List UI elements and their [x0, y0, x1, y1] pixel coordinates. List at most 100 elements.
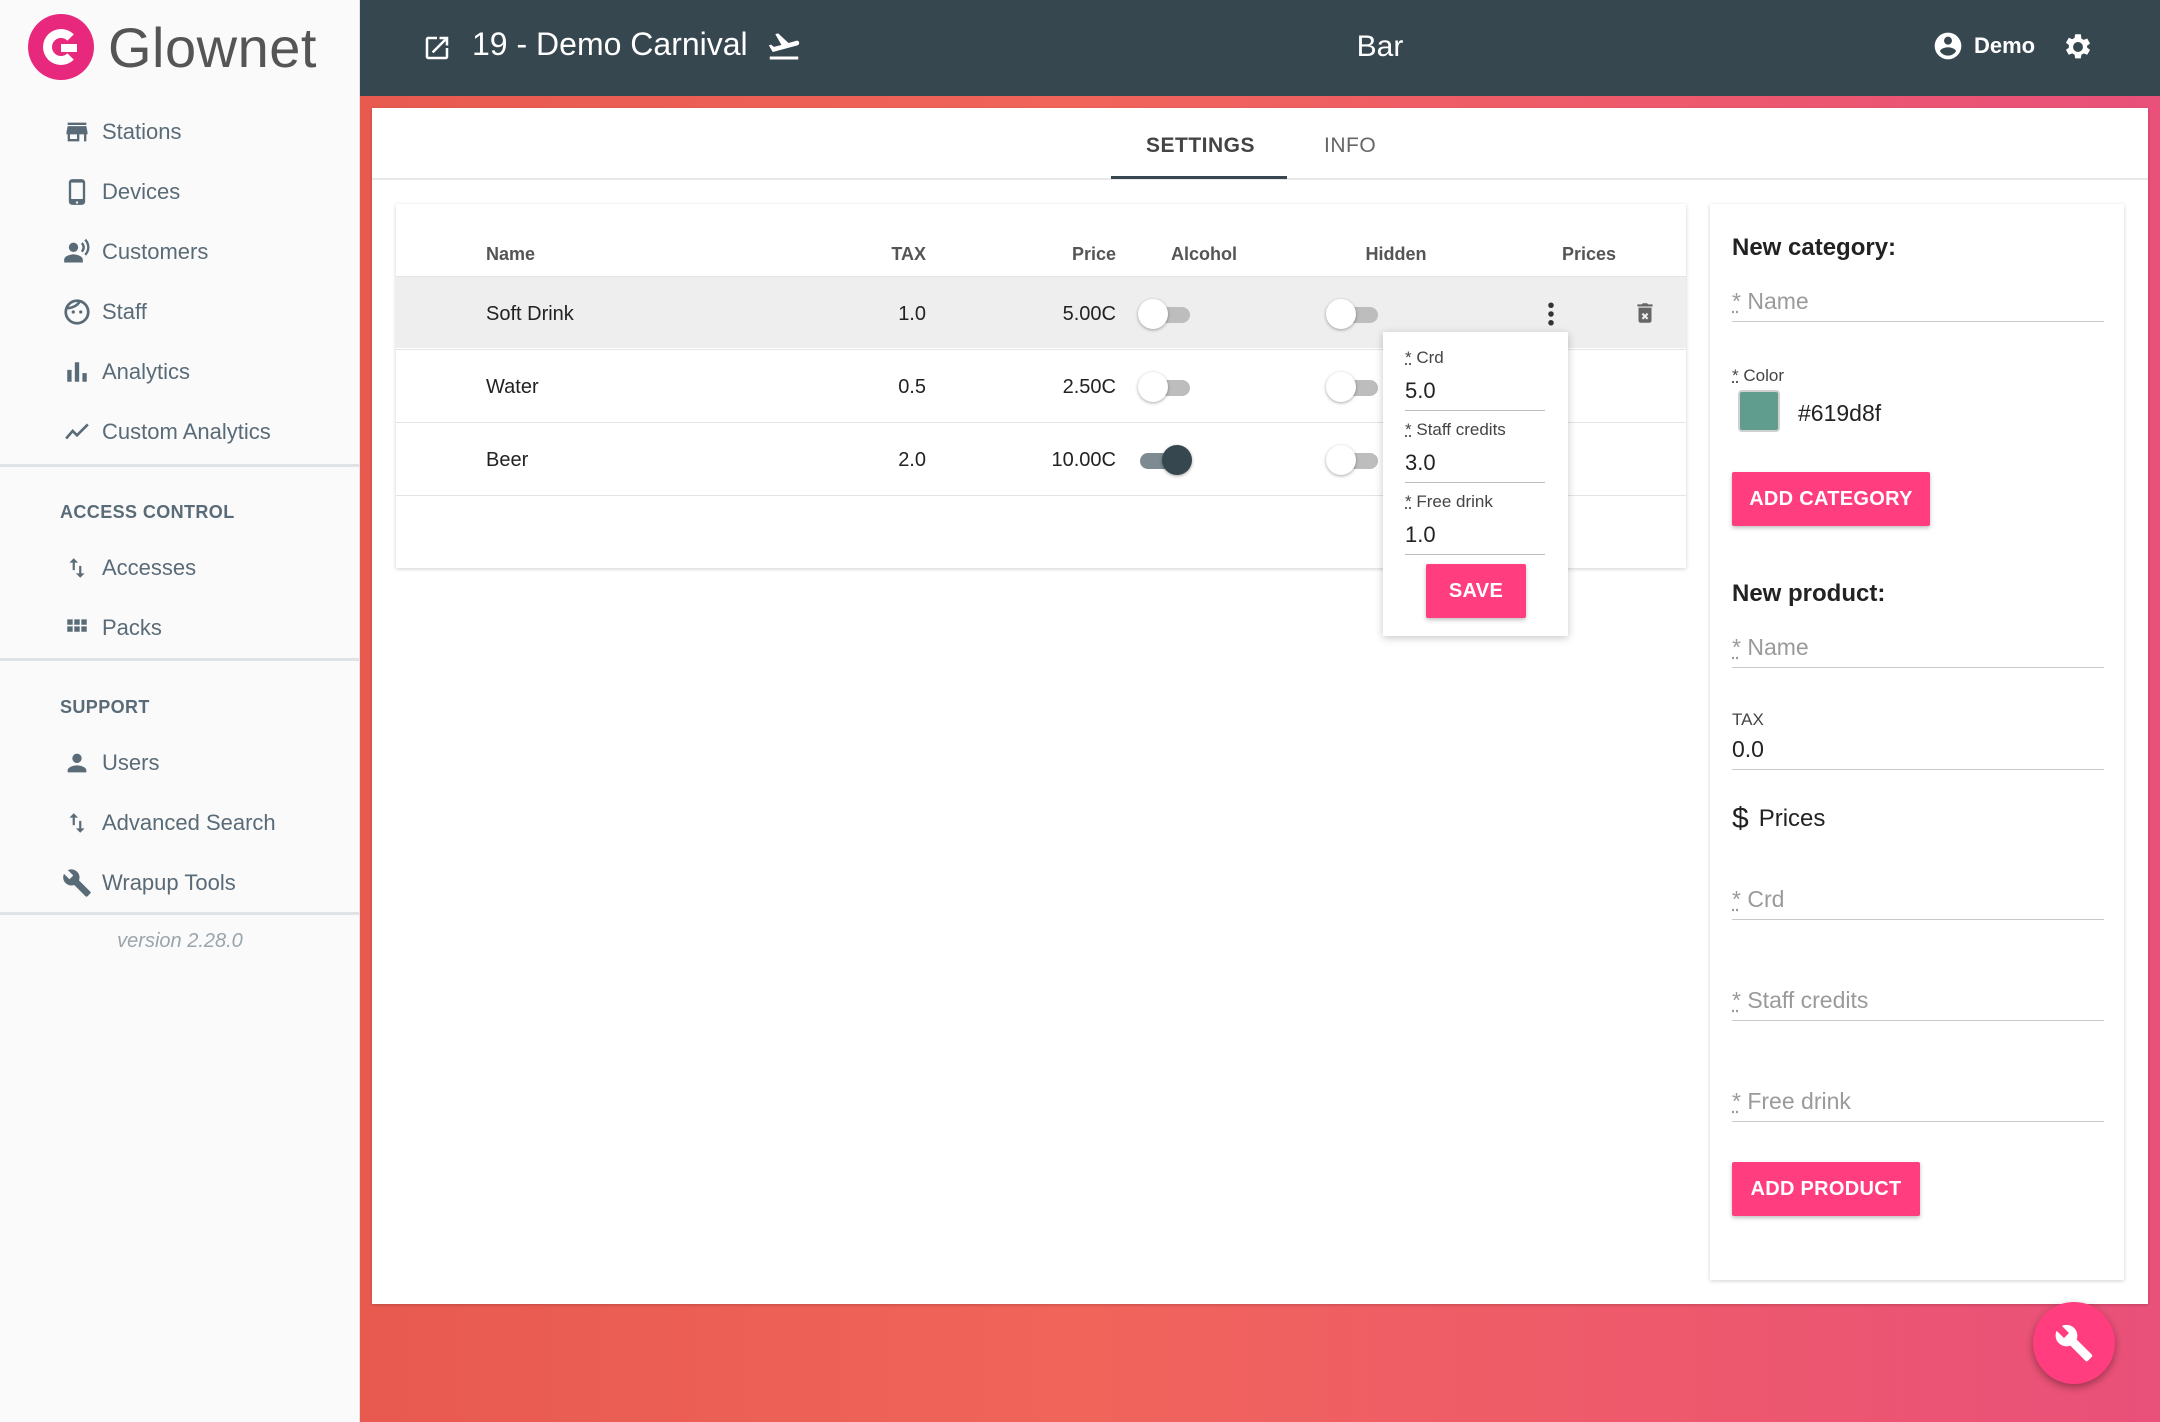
- product-price: 10.00C: [996, 449, 1116, 472]
- prices-heading: $ Prices: [1732, 802, 1825, 836]
- free-drink-input[interactable]: * Free drink: [1732, 1078, 2104, 1122]
- product-name: Water: [486, 376, 539, 399]
- sidebar-item-users[interactable]: Users: [60, 743, 159, 783]
- sidebar-item-label: Customers: [102, 239, 208, 265]
- new-product-title: New product:: [1732, 580, 1885, 608]
- color-label: * Color: [1732, 366, 1784, 386]
- more-vert-icon[interactable]: [1536, 297, 1566, 336]
- product-name: Beer: [486, 449, 528, 472]
- swap-vert-icon: [60, 806, 94, 840]
- alcohol-toggle[interactable]: [1138, 372, 1192, 402]
- sidebar: Glownet Stations Devices Customers Staff…: [0, 0, 360, 1422]
- sidebar-item-label: Devices: [102, 179, 180, 205]
- sidebar-item-label: Advanced Search: [102, 810, 276, 836]
- alcohol-toggle[interactable]: [1138, 445, 1192, 475]
- column-header-name[interactable]: Name: [486, 244, 535, 265]
- placeholder: * Staff credits: [1732, 987, 1868, 1014]
- column-header-hidden[interactable]: Hidden: [1316, 244, 1476, 265]
- top-bar: 19 - Demo Carnival Bar Demo: [360, 0, 2160, 96]
- logo-text: Glownet: [108, 15, 317, 80]
- product-price: 5.00C: [996, 303, 1116, 326]
- dollar-icon: $: [1732, 802, 1749, 836]
- section-title-access-control: ACCESS CONTROL: [60, 502, 235, 523]
- column-header-alcohol[interactable]: Alcohol: [1124, 244, 1284, 265]
- sidebar-item-custom-analytics[interactable]: Custom Analytics: [60, 412, 271, 452]
- new-item-form: New category: * Name * Color #619d8f ADD…: [1710, 204, 2124, 1280]
- main-card: SETTINGS INFO Name TAX Price Alcohol Hid…: [372, 108, 2148, 1304]
- hidden-toggle[interactable]: [1326, 299, 1380, 329]
- sidebar-item-label: Accesses: [102, 555, 196, 581]
- tab-info[interactable]: INFO: [1324, 134, 1376, 158]
- user-menu[interactable]: Demo: [1932, 30, 2035, 62]
- color-value[interactable]: #619d8f: [1798, 400, 1881, 427]
- sidebar-item-label: Staff: [102, 299, 147, 325]
- store-icon: [60, 115, 94, 149]
- product-name: Soft Drink: [486, 303, 574, 326]
- add-product-button[interactable]: ADD PRODUCT: [1732, 1162, 1920, 1216]
- sidebar-item-wrapup-tools[interactable]: Wrapup Tools: [60, 863, 236, 903]
- sidebar-item-analytics[interactable]: Analytics: [60, 352, 190, 392]
- swap-vert-icon: [60, 551, 94, 585]
- bar-chart-icon: [60, 355, 94, 389]
- sidebar-item-label: Packs: [102, 615, 162, 641]
- staff-credits-label: * Staff credits: [1405, 420, 1506, 440]
- column-header-tax[interactable]: TAX: [776, 244, 926, 265]
- save-button[interactable]: SAVE: [1426, 564, 1526, 618]
- sidebar-item-label: Users: [102, 750, 159, 776]
- trending-icon: [60, 415, 94, 449]
- divider: [0, 658, 360, 661]
- add-category-button[interactable]: ADD CATEGORY: [1732, 472, 1930, 526]
- tab-indicator: [1111, 176, 1287, 179]
- page-title: Bar: [360, 30, 2160, 64]
- delete-icon[interactable]: [1632, 299, 1658, 332]
- placeholder: * Free drink: [1732, 1088, 1851, 1115]
- sidebar-item-staff[interactable]: Staff: [60, 292, 147, 332]
- section-title-support: SUPPORT: [60, 697, 150, 718]
- prices-popover: * Crd 5.0 * Staff credits 3.0 * Free dri…: [1383, 332, 1568, 636]
- sidebar-item-advanced-search[interactable]: Advanced Search: [60, 803, 276, 843]
- glownet-logo-icon: [28, 14, 94, 80]
- divider: [0, 464, 360, 467]
- crd-input[interactable]: 5.0: [1405, 378, 1545, 411]
- product-tax: 1.0: [806, 303, 926, 326]
- settings-gear-icon[interactable]: [2060, 30, 2094, 69]
- sidebar-item-accesses[interactable]: Accesses: [60, 548, 196, 588]
- staff-credits-input[interactable]: * Staff credits: [1732, 977, 2104, 1021]
- crd-label: * Crd: [1405, 348, 1444, 368]
- free-drink-label: * Free drink: [1405, 492, 1493, 512]
- sidebar-item-packs[interactable]: Packs: [60, 608, 162, 648]
- alcohol-toggle[interactable]: [1138, 299, 1192, 329]
- category-name-input[interactable]: * Name: [1732, 278, 2104, 322]
- wrench-icon: [2054, 1323, 2094, 1363]
- phone-icon: [60, 175, 94, 209]
- tax-value: 0.0: [1732, 736, 1764, 763]
- column-header-price[interactable]: Price: [976, 244, 1116, 265]
- person-icon: [60, 746, 94, 780]
- product-tax: 2.0: [806, 449, 926, 472]
- sidebar-item-stations[interactable]: Stations: [60, 112, 182, 152]
- sidebar-item-customers[interactable]: Customers: [60, 232, 208, 272]
- tab-bar: SETTINGS INFO: [372, 108, 2148, 180]
- hidden-toggle[interactable]: [1326, 372, 1380, 402]
- face-icon: [60, 295, 94, 329]
- sidebar-item-label: Analytics: [102, 359, 190, 385]
- logo[interactable]: Glownet: [28, 14, 317, 80]
- product-name-input[interactable]: * Name: [1732, 624, 2104, 668]
- tab-settings[interactable]: SETTINGS: [1146, 134, 1255, 158]
- hidden-toggle[interactable]: [1326, 445, 1380, 475]
- tools-fab-button[interactable]: [2033, 1302, 2115, 1384]
- placeholder: * Crd: [1732, 886, 1784, 913]
- new-category-title: New category:: [1732, 234, 1896, 262]
- sidebar-item-label: Custom Analytics: [102, 419, 271, 445]
- placeholder: * Name: [1732, 634, 1809, 661]
- customers-icon: [60, 235, 94, 269]
- account-circle-icon: [1932, 30, 1964, 62]
- crd-input[interactable]: * Crd: [1732, 876, 2104, 920]
- free-drink-input[interactable]: 1.0: [1405, 522, 1545, 555]
- divider: [0, 912, 360, 915]
- staff-credits-input[interactable]: 3.0: [1405, 450, 1545, 483]
- product-tax-input[interactable]: 0.0: [1732, 726, 2104, 770]
- user-name: Demo: [1974, 33, 2035, 59]
- sidebar-item-devices[interactable]: Devices: [60, 172, 180, 212]
- color-swatch[interactable]: [1738, 390, 1780, 432]
